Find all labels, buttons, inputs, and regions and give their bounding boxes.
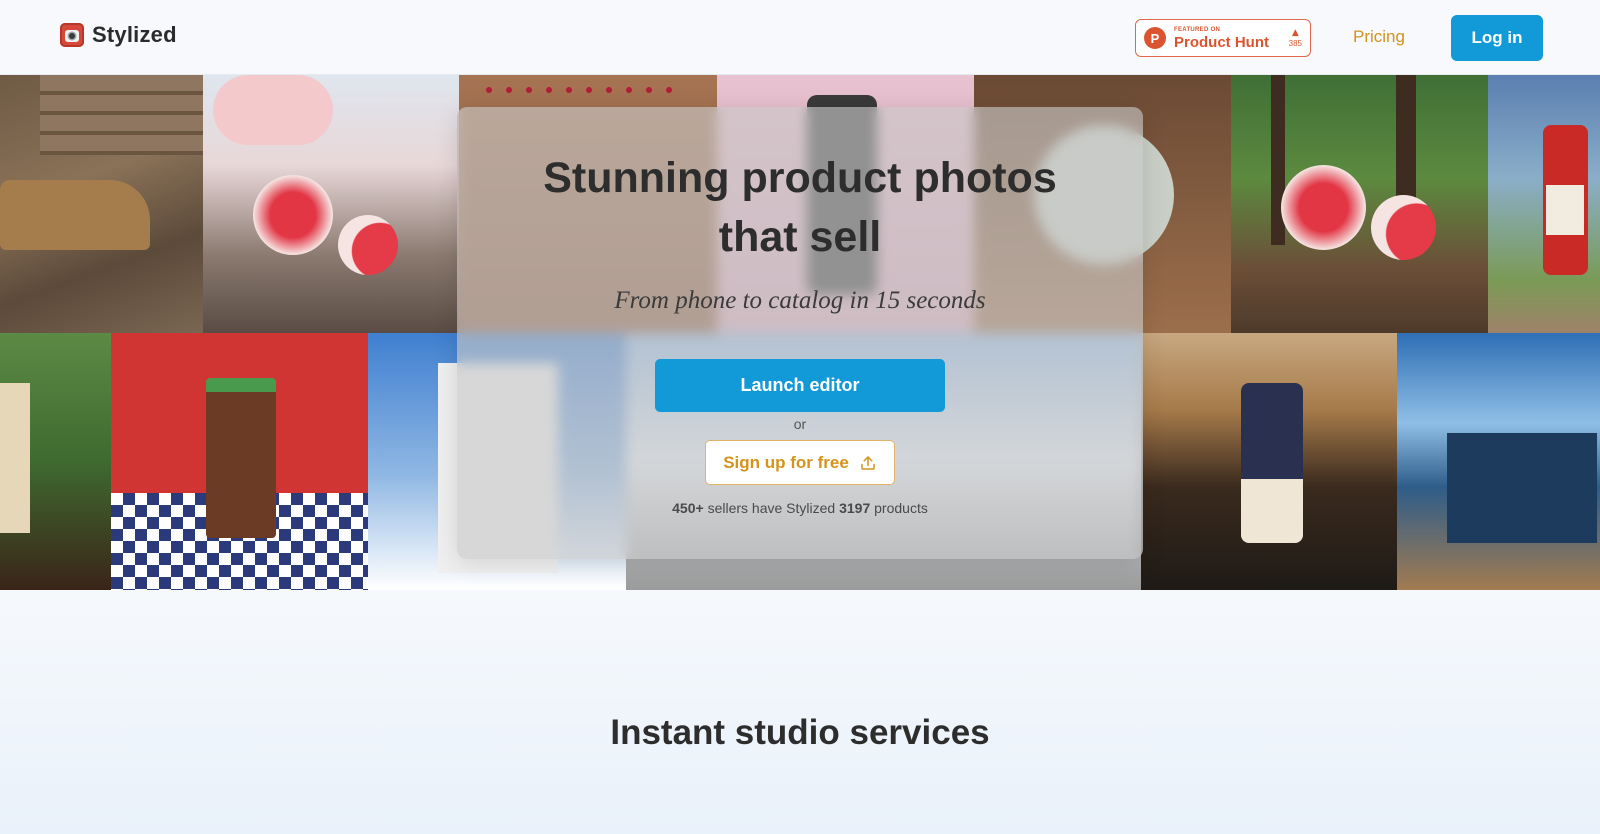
gallery-tile-forest-soap xyxy=(1231,75,1488,333)
camera-logo-icon xyxy=(60,23,84,47)
login-button[interactable]: Log in xyxy=(1451,15,1543,61)
sellers-text: sellers have Stylized xyxy=(703,500,840,516)
hero-title: Stunning product photos that sell xyxy=(457,149,1143,267)
brand[interactable]: Stylized xyxy=(60,22,177,48)
sellers-count: 450+ xyxy=(672,500,704,516)
nav-pricing-link[interactable]: Pricing xyxy=(1353,27,1405,47)
hero-title-line1: Stunning product photos xyxy=(543,154,1057,202)
social-proof: 450+ sellers have Stylized 3197 products xyxy=(457,500,1143,516)
services-title: Instant studio services xyxy=(610,713,990,752)
launch-editor-button[interactable]: Launch editor xyxy=(655,359,945,412)
gallery-tile-snow-crab xyxy=(1397,333,1600,590)
hero-card: Stunning product photos that sell From p… xyxy=(457,107,1143,559)
gallery-tile-mylk-bar xyxy=(111,333,368,590)
services-section: Instant studio services xyxy=(0,590,1600,834)
gallery-tile-juice xyxy=(1488,75,1600,333)
hero-title-line2: that sell xyxy=(718,213,882,261)
gallery-tile-boot xyxy=(0,75,203,333)
hero-subtitle: From phone to catalog in 15 seconds xyxy=(614,287,986,314)
sign-up-label: Sign up for free xyxy=(723,452,849,472)
site-header: Stylized P FEATURED ON Product Hunt ▲ 38… xyxy=(0,0,1600,75)
brand-name: Stylized xyxy=(92,22,177,47)
product-hunt-badge[interactable]: P FEATURED ON Product Hunt ▲ 385 xyxy=(1135,19,1311,57)
product-hunt-featured-label: FEATURED ON xyxy=(1174,26,1221,33)
gallery-tile-soap-roses xyxy=(203,75,459,333)
gallery-tile-coffee-plant xyxy=(0,333,111,590)
sign-up-button[interactable]: Sign up for free xyxy=(705,440,895,485)
products-count: 3197 xyxy=(839,500,871,516)
product-hunt-name: Product Hunt xyxy=(1174,33,1269,51)
upvote-triangle-icon: ▲ xyxy=(1291,27,1299,38)
products-text: products xyxy=(870,500,928,516)
gallery-tile-espresso-can xyxy=(1141,333,1397,590)
product-hunt-logo-icon: P xyxy=(1144,27,1166,49)
or-separator: or xyxy=(793,416,807,432)
product-hunt-votes: 385 xyxy=(1288,38,1302,48)
upload-icon xyxy=(861,455,875,470)
